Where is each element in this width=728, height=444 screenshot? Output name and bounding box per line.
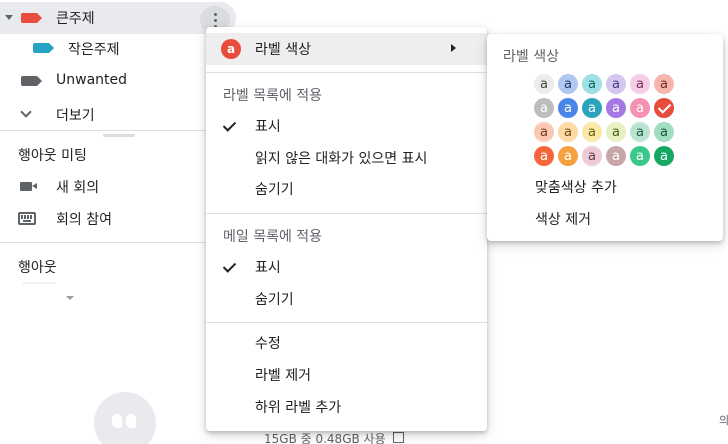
menu-divider <box>206 213 487 214</box>
menu-item-label: 읽지 않은 대화가 있으면 표시 <box>255 151 428 167</box>
sidebar-more[interactable]: 더보기 <box>0 98 236 130</box>
menu-item-message-list-hide[interactable]: 숨기기 <box>206 283 487 315</box>
menu-item-label: 하위 라벨 추가 <box>255 400 342 416</box>
sidebar-label-unwanted[interactable]: Unwanted <box>0 65 236 97</box>
external-link-icon[interactable] <box>393 432 404 443</box>
chevron-down-icon <box>20 106 32 118</box>
color-swatch[interactable]: a <box>582 122 602 142</box>
label-tag-icon <box>21 13 42 23</box>
sidebar-label-name: Unwanted <box>56 72 128 88</box>
label-tag-icon <box>33 43 54 53</box>
color-swatch[interactable]: a <box>630 98 650 118</box>
menu-divider <box>206 322 487 323</box>
menu-item-label: 라벨 색상 <box>255 42 311 58</box>
color-swatch[interactable]: a <box>534 146 554 166</box>
sidebar-label-name: 큰주제 <box>56 11 95 27</box>
color-swatch[interactable]: a <box>606 146 626 166</box>
menu-item-label: 표시 <box>255 260 281 276</box>
menu-item-label-color[interactable]: a 라벨 색상 <box>206 33 487 65</box>
color-swatch[interactable]: a <box>654 146 674 166</box>
expand-caret-icon[interactable] <box>5 15 13 20</box>
label-color-submenu: 라벨 색상 aaaaaaaaaaaaaaaaaaaaaaa 맞춤색상 추가 색상… <box>487 34 723 241</box>
menu-item-label: 숨기기 <box>255 182 294 198</box>
color-swatch[interactable]: a <box>606 122 626 142</box>
color-submenu-title: 라벨 색상 <box>503 49 559 65</box>
storage-usage-text: 15GB 중 0.48GB 사용 <box>264 432 386 444</box>
menu-item-label: 수정 <box>255 336 281 352</box>
checkmark-icon <box>222 118 237 132</box>
menu-item-message-list-show[interactable]: 표시 <box>206 251 487 283</box>
video-camera-icon <box>20 182 37 191</box>
color-swatch[interactable]: a <box>654 122 674 142</box>
color-swatch[interactable]: a <box>654 74 674 94</box>
sidebar-label-small-topic[interactable]: 작은주제 <box>0 32 236 64</box>
menu-item-label-list-show-if-unread[interactable]: 읽지 않은 대화가 있으면 표시 <box>206 142 487 174</box>
new-meeting-label: 새 회의 <box>56 180 100 196</box>
sidebar-label-big-topic[interactable]: 큰주제 <box>0 2 236 34</box>
menu-item-remove-label[interactable]: 라벨 제거 <box>206 359 487 391</box>
menu-item-label: 숨기기 <box>255 292 294 308</box>
label-options-menu: a 라벨 색상 라벨 목록에 적용 표시 읽지 않은 대화가 있으면 표시 숨기… <box>206 27 487 431</box>
color-swatch[interactable]: a <box>534 98 554 118</box>
color-swatch[interactable]: a <box>630 146 650 166</box>
checkmark-icon <box>222 259 237 273</box>
color-swatch[interactable]: a <box>630 122 650 142</box>
color-swatch[interactable]: a <box>558 74 578 94</box>
color-swatch-selected[interactable] <box>654 98 674 118</box>
panel-resize-handle[interactable] <box>103 134 135 137</box>
color-swatch[interactable]: a <box>630 74 650 94</box>
join-meeting-label: 회의 참여 <box>56 212 112 228</box>
color-swatch[interactable]: a <box>558 122 578 142</box>
hangouts-user-placeholder <box>22 282 56 284</box>
label-color-avatar-icon: a <box>221 39 241 59</box>
color-swatch-grid: aaaaaaaaaaaaaaaaaaaaaaa <box>534 74 674 166</box>
new-meeting-item[interactable]: 새 회의 <box>0 170 236 202</box>
submenu-arrow-icon <box>451 44 456 52</box>
sidebar: 큰주제 작은주제 Unwanted 더보기 행아웃 미팅 새 회의 회의 참여 … <box>0 0 236 444</box>
color-swatch[interactable]: a <box>606 74 626 94</box>
status-dropdown-caret-icon[interactable] <box>66 296 74 300</box>
menu-item-label: 표시 <box>255 119 281 135</box>
color-swatch[interactable]: a <box>558 146 578 166</box>
menu-item-edit[interactable]: 수정 <box>206 327 487 359</box>
color-swatch[interactable]: a <box>582 98 602 118</box>
color-swatch[interactable]: a <box>534 122 554 142</box>
join-meeting-item[interactable]: 회의 참여 <box>0 202 236 234</box>
truncated-footer-text: 의 <box>719 414 728 427</box>
sidebar-label-name: 작은주제 <box>68 42 120 58</box>
hangouts-quote-icon <box>94 392 156 444</box>
meet-section-title: 행아웃 미팅 <box>18 148 87 164</box>
label-list-header: 라벨 목록에 적용 <box>223 88 323 104</box>
hangouts-section-title: 행아웃 <box>18 260 57 276</box>
remove-color-item[interactable]: 색상 제거 <box>535 209 591 229</box>
color-swatch[interactable]: a <box>582 146 602 166</box>
menu-item-add-sublabel[interactable]: 하위 라벨 추가 <box>206 391 487 423</box>
divider <box>0 130 236 131</box>
color-swatch[interactable]: a <box>534 74 554 94</box>
color-swatch[interactable]: a <box>582 74 602 94</box>
add-custom-color-item[interactable]: 맞춤색상 추가 <box>535 177 617 197</box>
color-swatch[interactable]: a <box>558 98 578 118</box>
label-tag-icon <box>21 76 42 86</box>
color-swatch[interactable]: a <box>606 98 626 118</box>
menu-item-label-list-hide[interactable]: 숨기기 <box>206 173 487 205</box>
keyboard-icon <box>18 212 36 225</box>
divider <box>0 242 236 243</box>
menu-item-label-list-show[interactable]: 표시 <box>206 110 487 142</box>
message-list-header: 메일 목록에 적용 <box>223 229 323 245</box>
more-label: 더보기 <box>56 108 95 124</box>
menu-item-label: 라벨 제거 <box>255 368 311 384</box>
menu-divider <box>206 72 487 73</box>
